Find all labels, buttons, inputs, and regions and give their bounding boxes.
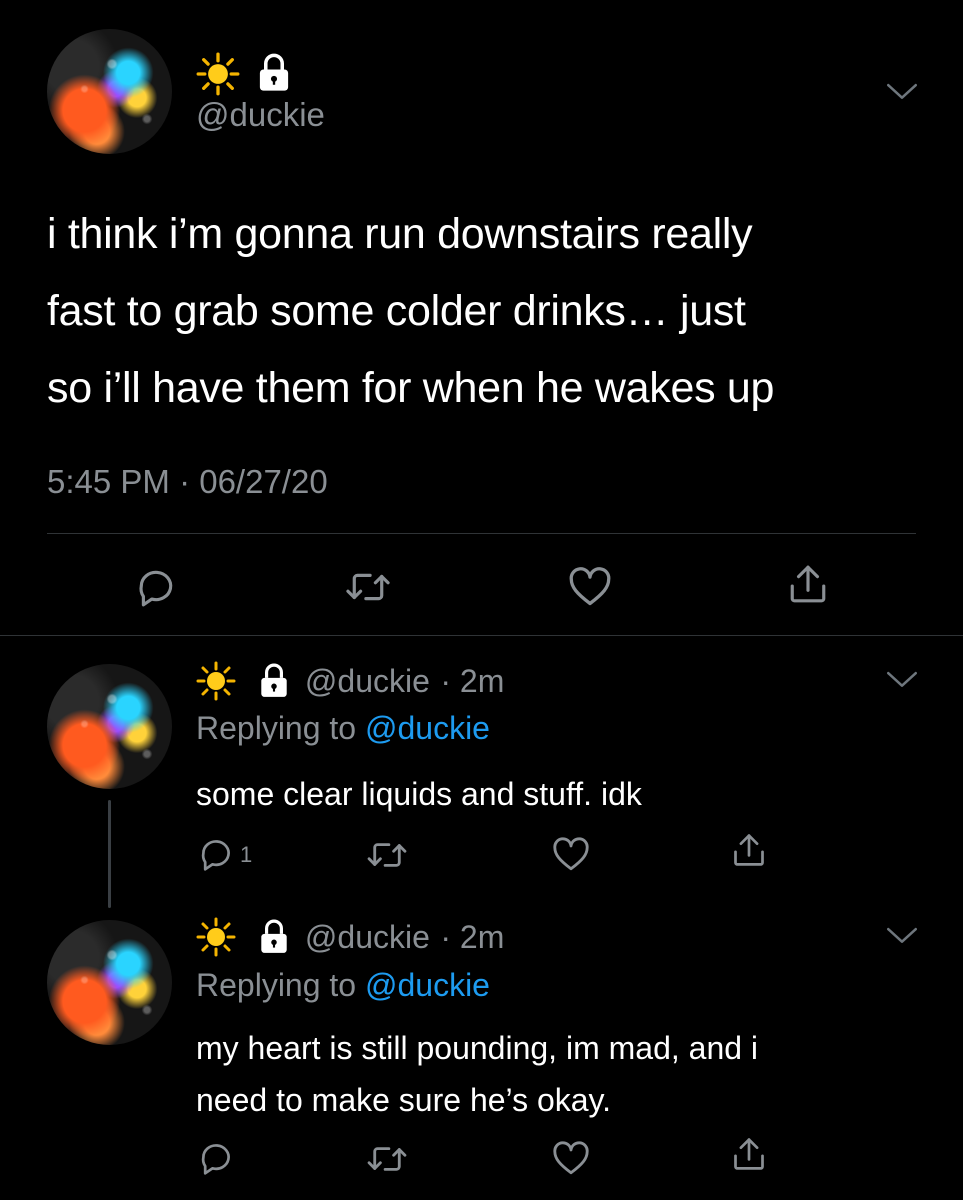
retweet-icon[interactable] bbox=[344, 568, 392, 606]
reply-text: some clear liquids and stuff. idk bbox=[196, 770, 642, 818]
reply-icon[interactable] bbox=[135, 566, 177, 608]
reply-header: @duckie · 2m bbox=[196, 661, 504, 701]
retweet-icon[interactable] bbox=[366, 1142, 408, 1176]
sun-emoji bbox=[196, 917, 236, 957]
tweet-text-line: so i’ll have them for when he wakes up bbox=[47, 364, 775, 412]
tweet-text-line: i think i’m gonna run downstairs really bbox=[47, 210, 753, 258]
user-handle[interactable]: @duckie bbox=[305, 919, 430, 955]
share-icon[interactable] bbox=[731, 1136, 767, 1172]
chevron-down-icon[interactable] bbox=[886, 82, 918, 102]
thread-line bbox=[108, 800, 111, 908]
reply-count: 1 bbox=[240, 842, 253, 867]
like-icon[interactable] bbox=[568, 567, 612, 607]
reply-icon[interactable] bbox=[198, 836, 234, 872]
reply-time: · 2m bbox=[440, 918, 505, 955]
sun-emoji bbox=[196, 52, 240, 96]
tweet-text: i think i’m gonna run downstairs really … bbox=[47, 196, 774, 427]
sun-emoji bbox=[196, 661, 236, 701]
avatar[interactable] bbox=[47, 664, 172, 789]
tweet-timestamp[interactable]: 5:45 PM · 06/27/20 bbox=[47, 463, 328, 501]
share-icon[interactable] bbox=[731, 832, 767, 868]
like-icon[interactable] bbox=[552, 1141, 590, 1176]
reply-header: @duckie · 2m bbox=[196, 917, 504, 957]
user-handle[interactable]: @duckie bbox=[196, 96, 325, 134]
reply-text-line: need to make sure he’s okay. bbox=[196, 1082, 612, 1118]
like-icon[interactable] bbox=[552, 837, 590, 872]
avatar[interactable] bbox=[47, 920, 172, 1045]
user-handle[interactable]: @duckie bbox=[305, 663, 430, 699]
share-icon[interactable] bbox=[787, 563, 829, 605]
replying-to-link[interactable]: @duckie bbox=[365, 710, 490, 746]
chevron-down-icon[interactable] bbox=[886, 926, 918, 946]
lock-icon bbox=[258, 919, 290, 955]
chevron-down-icon[interactable] bbox=[886, 670, 918, 690]
section-divider bbox=[0, 635, 963, 636]
replying-to-label: Replying to bbox=[196, 710, 357, 746]
replying-to-label: Replying to bbox=[196, 967, 357, 1003]
reply-time: · 2m bbox=[440, 662, 505, 699]
lock-icon bbox=[256, 53, 292, 93]
replying-to: Replying to @duckie bbox=[196, 710, 490, 747]
avatar[interactable] bbox=[47, 29, 172, 154]
tweet-text-line: fast to grab some colder drinks… just bbox=[47, 287, 746, 335]
reply-icon[interactable] bbox=[198, 1140, 234, 1176]
retweet-icon[interactable] bbox=[366, 838, 408, 872]
reply-text-line: my heart is still pounding, im mad, and … bbox=[196, 1030, 759, 1066]
replying-to-link[interactable]: @duckie bbox=[365, 967, 490, 1003]
replying-to: Replying to @duckie bbox=[196, 967, 490, 1004]
lock-icon bbox=[258, 663, 290, 699]
divider bbox=[47, 533, 916, 534]
reply-text-line: some clear liquids and stuff. idk bbox=[196, 776, 642, 812]
reply-text: my heart is still pounding, im mad, and … bbox=[196, 1022, 758, 1126]
